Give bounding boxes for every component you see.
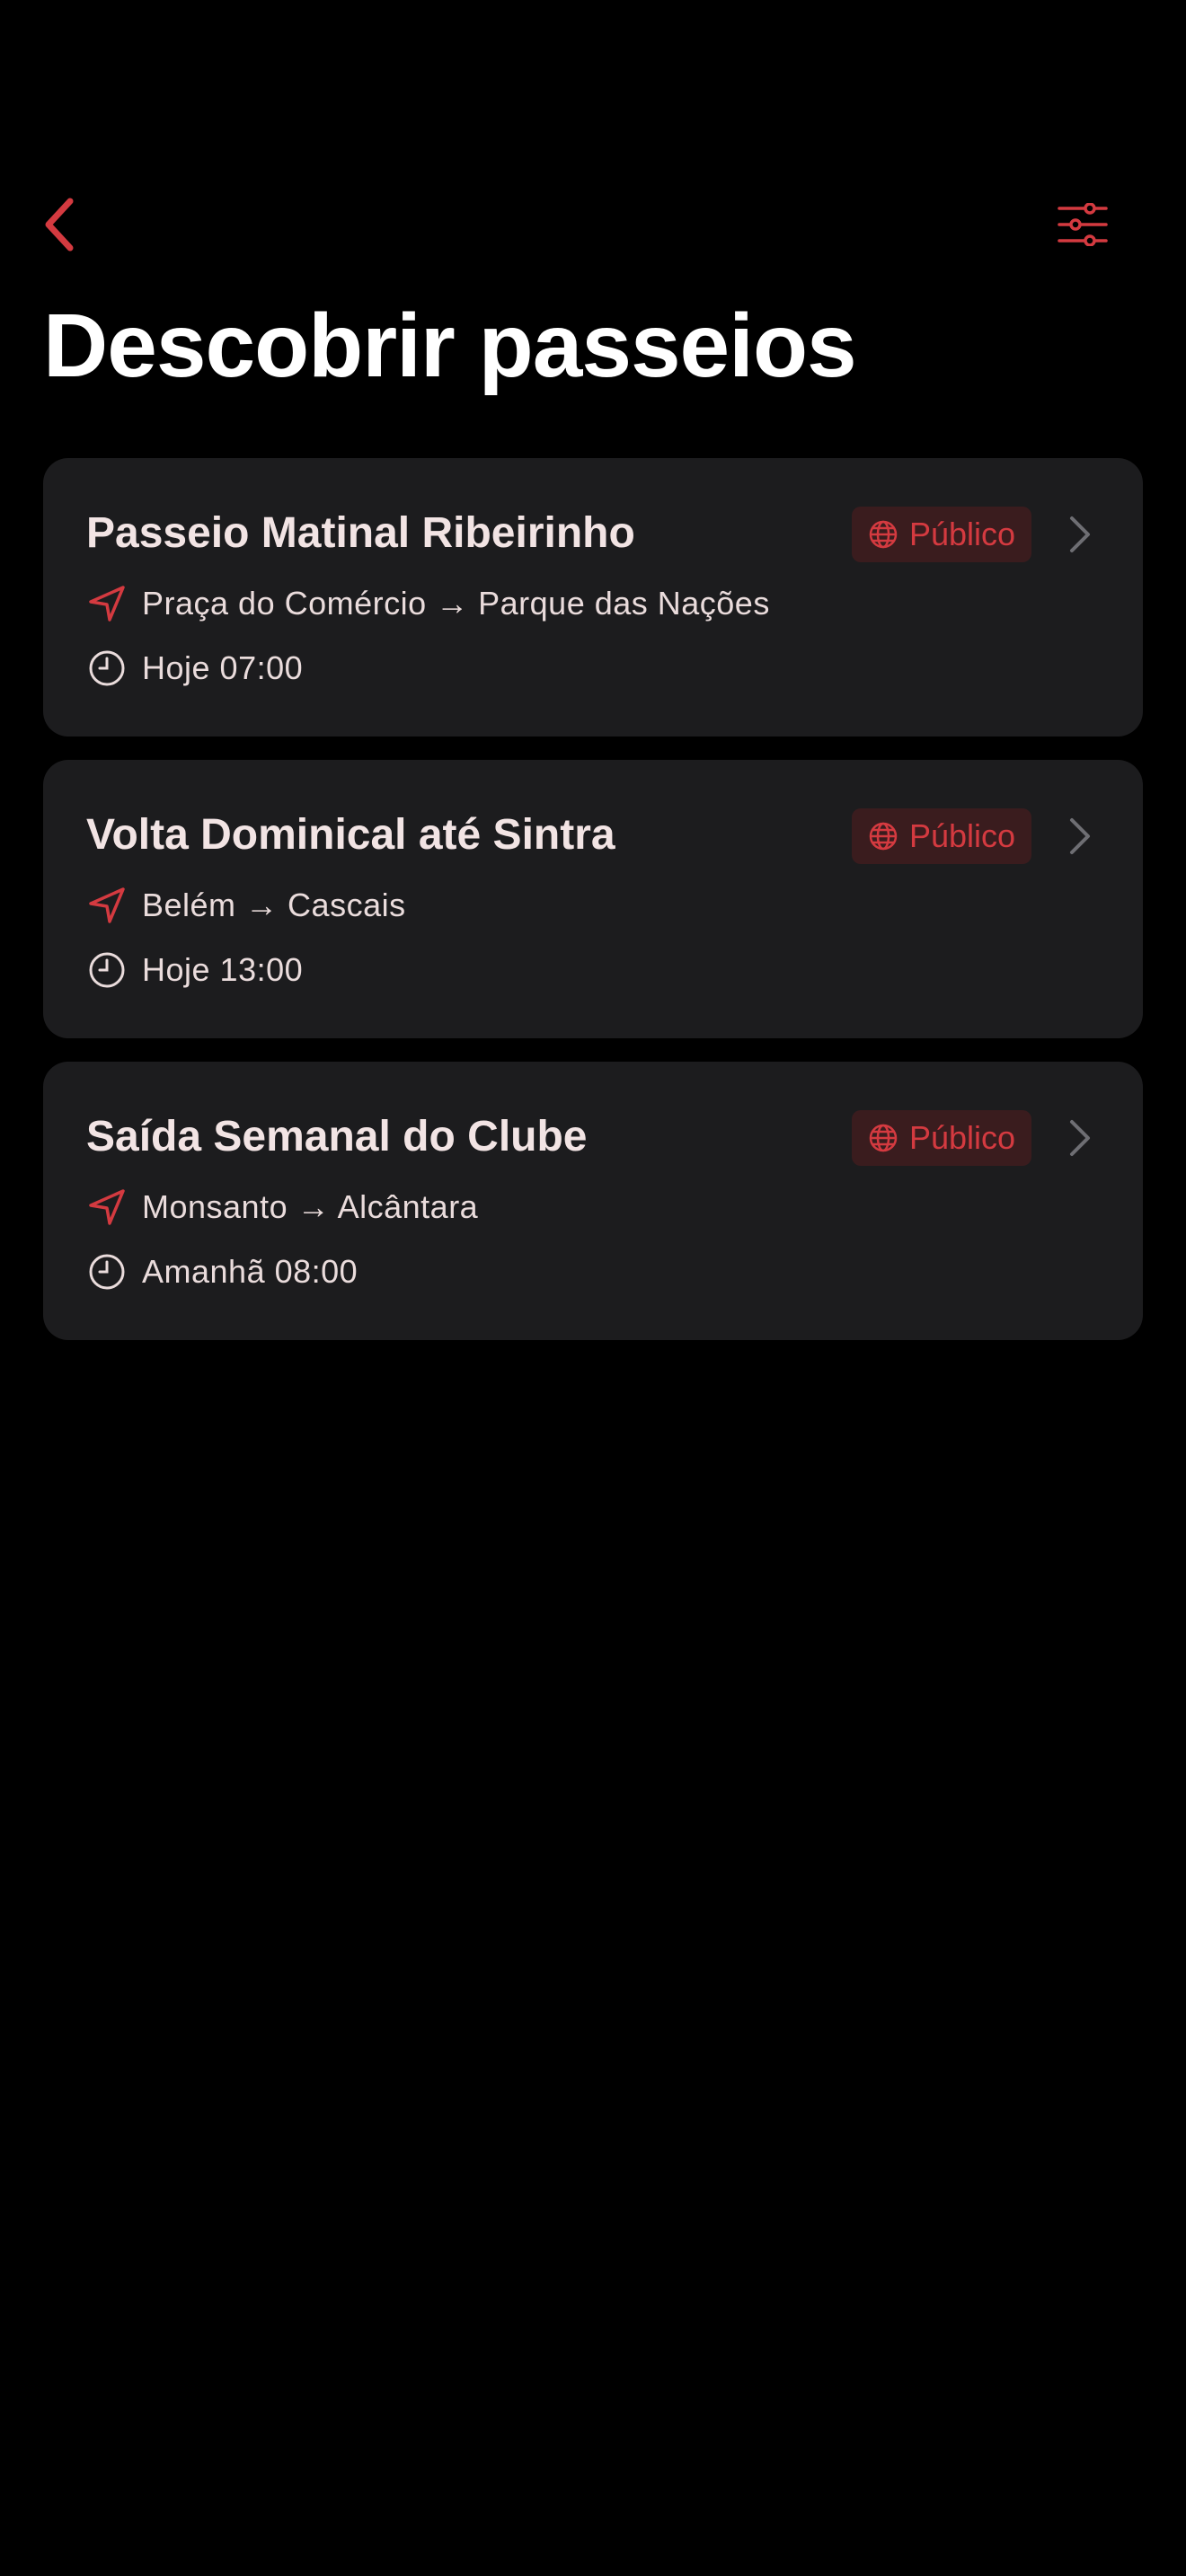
page-title: Descobrir passeios — [43, 296, 857, 396]
route-row: Belém → Cascais — [86, 884, 406, 927]
ride-title: Volta Dominical até Sintra — [86, 811, 615, 859]
time-text: Hoje 07:00 — [142, 649, 304, 686]
visibility-badge: Público — [852, 507, 1032, 562]
navigation-bar — [0, 180, 1186, 269]
time-row: Hoje 07:00 — [86, 647, 303, 690]
chevron-right-icon — [1062, 816, 1098, 857]
time-row: Amanhã 08:00 — [86, 1250, 358, 1293]
ride-title: Saída Semanal do Clube — [86, 1113, 588, 1160]
filter-button[interactable] — [1042, 190, 1123, 259]
ride-card[interactable]: Passeio Matinal Ribeirinho Público Praça… — [43, 458, 1143, 737]
clock-icon — [86, 1251, 128, 1292]
visibility-label: Público — [909, 516, 1016, 552]
route-row: Monsanto → Alcântara — [86, 1186, 478, 1229]
globe-icon — [869, 520, 898, 549]
chevron-right-icon — [1062, 514, 1098, 555]
visibility-badge: Público — [852, 808, 1032, 864]
chevron-right-icon — [1062, 1117, 1098, 1159]
clock-icon — [86, 949, 128, 991]
back-button[interactable] — [25, 190, 93, 259]
time-text: Amanhã 08:00 — [142, 1253, 358, 1290]
visibility-label: Público — [909, 1119, 1016, 1156]
time-row: Hoje 13:00 — [86, 948, 303, 992]
route-row: Praça do Comércio → Parque das Nações — [86, 582, 770, 625]
route-text: Praça do Comércio → Parque das Nações — [142, 585, 770, 622]
globe-icon — [869, 1124, 898, 1152]
route-text: Belém → Cascais — [142, 887, 406, 923]
chevron-left-icon — [45, 198, 74, 251]
ride-title: Passeio Matinal Ribeirinho — [86, 509, 635, 557]
visibility-badge: Público — [852, 1110, 1032, 1166]
visibility-label: Público — [909, 817, 1016, 854]
ride-card[interactable]: Saída Semanal do Clube Público Monsanto … — [43, 1062, 1143, 1340]
time-text: Hoje 13:00 — [142, 951, 304, 988]
route-text: Monsanto → Alcântara — [142, 1188, 479, 1225]
clock-icon — [86, 648, 128, 689]
ride-card[interactable]: Volta Dominical até Sintra Público Belém… — [43, 760, 1143, 1038]
location-arrow-icon — [86, 885, 128, 926]
location-arrow-icon — [86, 1187, 128, 1228]
globe-icon — [869, 822, 898, 851]
sliders-icon — [1058, 203, 1108, 246]
location-arrow-icon — [86, 583, 128, 624]
ride-list: Passeio Matinal Ribeirinho Público Praça… — [43, 458, 1143, 1340]
